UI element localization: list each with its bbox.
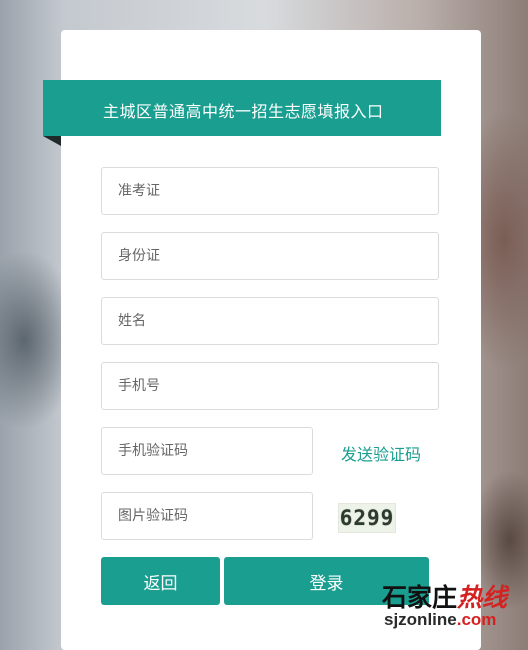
page-title: 主城区普通高中统一招生志愿填报入口 (103, 102, 384, 121)
ribbon-fold (43, 136, 61, 146)
id-card-input[interactable] (101, 232, 439, 280)
image-code-input[interactable] (101, 492, 313, 540)
captcha-image[interactable]: 6299 (338, 503, 396, 533)
sms-code-input[interactable] (101, 427, 313, 475)
exam-id-input[interactable] (101, 167, 439, 215)
header-ribbon: 主城区普通高中统一招生志愿填报入口 (43, 80, 441, 136)
phone-input[interactable] (101, 362, 439, 410)
name-input[interactable] (101, 297, 439, 345)
site-watermark-logo: 石家庄热线 sjzonline.com (374, 576, 528, 630)
back-button[interactable]: 返回 (101, 557, 220, 605)
watermark-url: sjzonline.com (384, 610, 497, 629)
send-code-link[interactable]: 发送验证码 (341, 441, 421, 465)
watermark-brand: 石家庄热线 (382, 583, 508, 612)
